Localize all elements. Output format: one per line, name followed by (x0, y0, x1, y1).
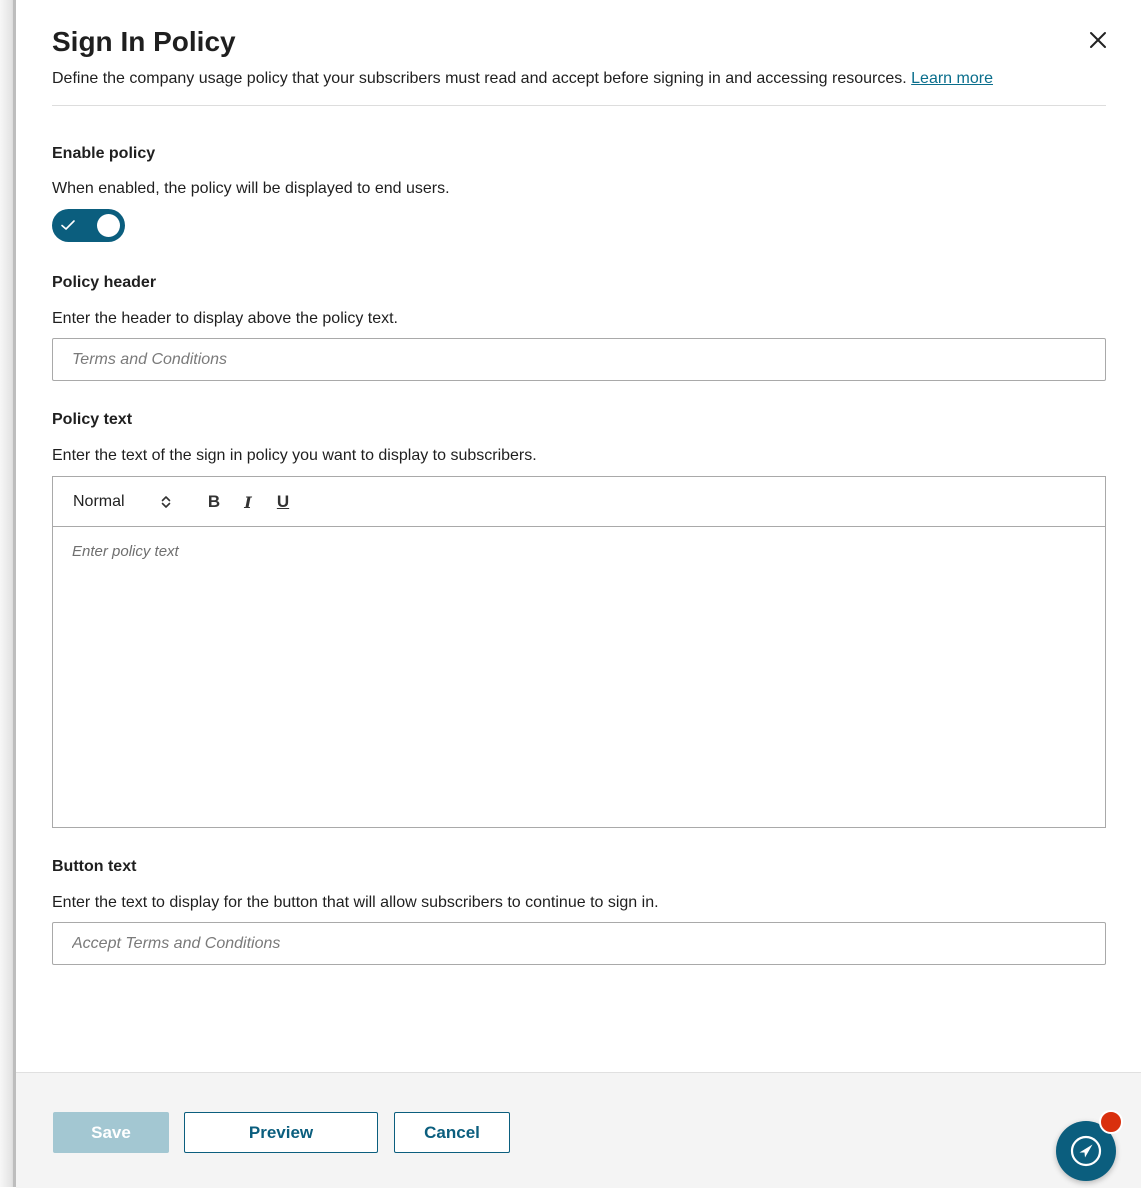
enable-policy-label: Enable policy (52, 145, 156, 162)
description-text: Define the company usage policy that you… (52, 70, 907, 87)
bold-button[interactable]: B (203, 490, 225, 514)
updown-chevron-icon (161, 496, 171, 508)
italic-button[interactable]: I (237, 490, 259, 514)
learn-more-link[interactable]: Learn more (911, 70, 993, 87)
cancel-button[interactable]: Cancel (394, 1112, 510, 1153)
close-icon (1090, 32, 1106, 48)
preview-button[interactable]: Preview (184, 1112, 378, 1153)
sign-in-policy-panel: Sign In Policy Define the company usage … (16, 0, 1141, 1188)
policy-text-area[interactable]: Enter policy text (53, 527, 1105, 827)
enable-policy-toggle[interactable] (52, 209, 125, 242)
navigation-arrow-icon (1070, 1135, 1102, 1167)
policy-text-editor: Normal B I U Enter policy text (52, 476, 1106, 828)
button-text-help: Enter the text to display for the button… (52, 894, 659, 911)
text-format-select[interactable]: Normal (73, 491, 177, 513)
policy-text-help: Enter the text of the sign in policy you… (52, 447, 537, 464)
enable-policy-help: When enabled, the policy will be display… (52, 180, 450, 197)
toggle-knob (97, 214, 120, 237)
dialog-footer: Save Preview Cancel (16, 1072, 1141, 1188)
text-format-value: Normal (73, 493, 125, 510)
check-icon (61, 220, 75, 230)
underline-button[interactable]: U (272, 490, 294, 514)
policy-header-help: Enter the header to display above the po… (52, 310, 398, 327)
policy-text-label: Policy text (52, 411, 133, 428)
close-button[interactable] (1084, 26, 1112, 54)
page-description: Define the company usage policy that you… (52, 68, 993, 90)
policy-header-label: Policy header (52, 274, 157, 291)
button-text-label: Button text (52, 858, 137, 875)
policy-text-placeholder: Enter policy text (72, 543, 179, 560)
notification-badge (1099, 1110, 1123, 1134)
page-title: Sign In Policy (52, 26, 236, 57)
button-text-input[interactable] (52, 922, 1106, 965)
save-button[interactable]: Save (53, 1112, 169, 1153)
editor-toolbar: Normal B I U (53, 477, 1105, 527)
header-divider (52, 105, 1106, 106)
policy-header-input[interactable] (52, 338, 1106, 381)
